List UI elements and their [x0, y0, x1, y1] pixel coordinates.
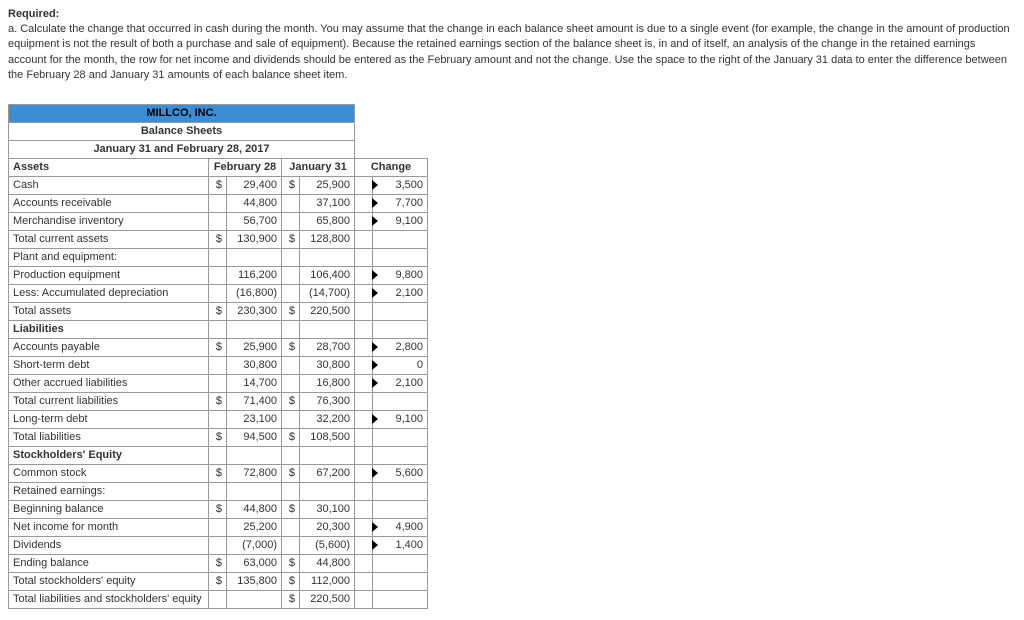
row-re-header: Retained earnings:	[9, 482, 428, 500]
triangle-icon	[372, 414, 378, 424]
assets-header: Assets	[9, 158, 209, 176]
triangle-icon	[372, 216, 378, 226]
row-tcl: Total current liabilities $71,400 $76,30…	[9, 392, 428, 410]
row-cash: Cash $ 29,400 $ 25,900 3,500	[9, 176, 428, 194]
required-text: a. Calculate the change that occurred in…	[8, 22, 1016, 84]
triangle-icon	[372, 468, 378, 478]
row-tse: Total stockholders' equity $135,800 $112…	[9, 572, 428, 590]
row-div: Dividends (7,000) (5,600) 1,400	[9, 536, 428, 554]
row-tlse: Total liabilities and stockholders' equi…	[9, 590, 428, 608]
sheet-dates: January 31 and February 28, 2017	[9, 140, 355, 158]
row-ap: Accounts payable $25,900 $28,700 2,800	[9, 338, 428, 356]
row-se-header: Stockholders' Equity	[9, 446, 428, 464]
company-header: MILLCO, INC.	[9, 104, 355, 122]
row-tca: Total current assets $130,900 $128,800	[9, 230, 428, 248]
row-cs: Common stock $72,800 $67,200 5,600	[9, 464, 428, 482]
col-feb: February 28	[209, 158, 282, 176]
row-ad: Less: Accumulated depreciation (16,800) …	[9, 284, 428, 302]
triangle-icon	[372, 180, 378, 190]
triangle-icon	[372, 360, 378, 370]
sheet-title: Balance Sheets	[9, 122, 355, 140]
triangle-icon	[372, 522, 378, 532]
row-ni: Net income for month 25,200 20,300 4,900	[9, 518, 428, 536]
triangle-icon	[372, 378, 378, 388]
row-liab-header: Liabilities	[9, 320, 428, 338]
row-mi: Merchandise inventory 56,700 65,800 9,10…	[9, 212, 428, 230]
row-tl: Total liabilities $94,500 $108,500	[9, 428, 428, 446]
row-ar: Accounts receivable 44,800 37,100 7,700	[9, 194, 428, 212]
required-title: Required:	[8, 8, 1016, 20]
col-jan: January 31	[282, 158, 355, 176]
row-ltd: Long-term debt 23,100 32,200 9,100	[9, 410, 428, 428]
row-oal: Other accrued liabilities 14,700 16,800 …	[9, 374, 428, 392]
required-section: Required: a. Calculate the change that o…	[8, 8, 1016, 84]
row-bb: Beginning balance $44,800 $30,100	[9, 500, 428, 518]
triangle-icon	[372, 540, 378, 550]
col-change: Change	[355, 158, 428, 176]
triangle-icon	[372, 288, 378, 298]
row-std: Short-term debt 30,800 30,800 0	[9, 356, 428, 374]
triangle-icon	[372, 342, 378, 352]
triangle-icon	[372, 270, 378, 280]
triangle-icon	[372, 198, 378, 208]
row-pe-header: Plant and equipment:	[9, 248, 428, 266]
row-eb: Ending balance $63,000 $44,800	[9, 554, 428, 572]
row-ta: Total assets $230,300 $220,500	[9, 302, 428, 320]
row-pe: Production equipment 116,200 106,400 9,8…	[9, 266, 428, 284]
